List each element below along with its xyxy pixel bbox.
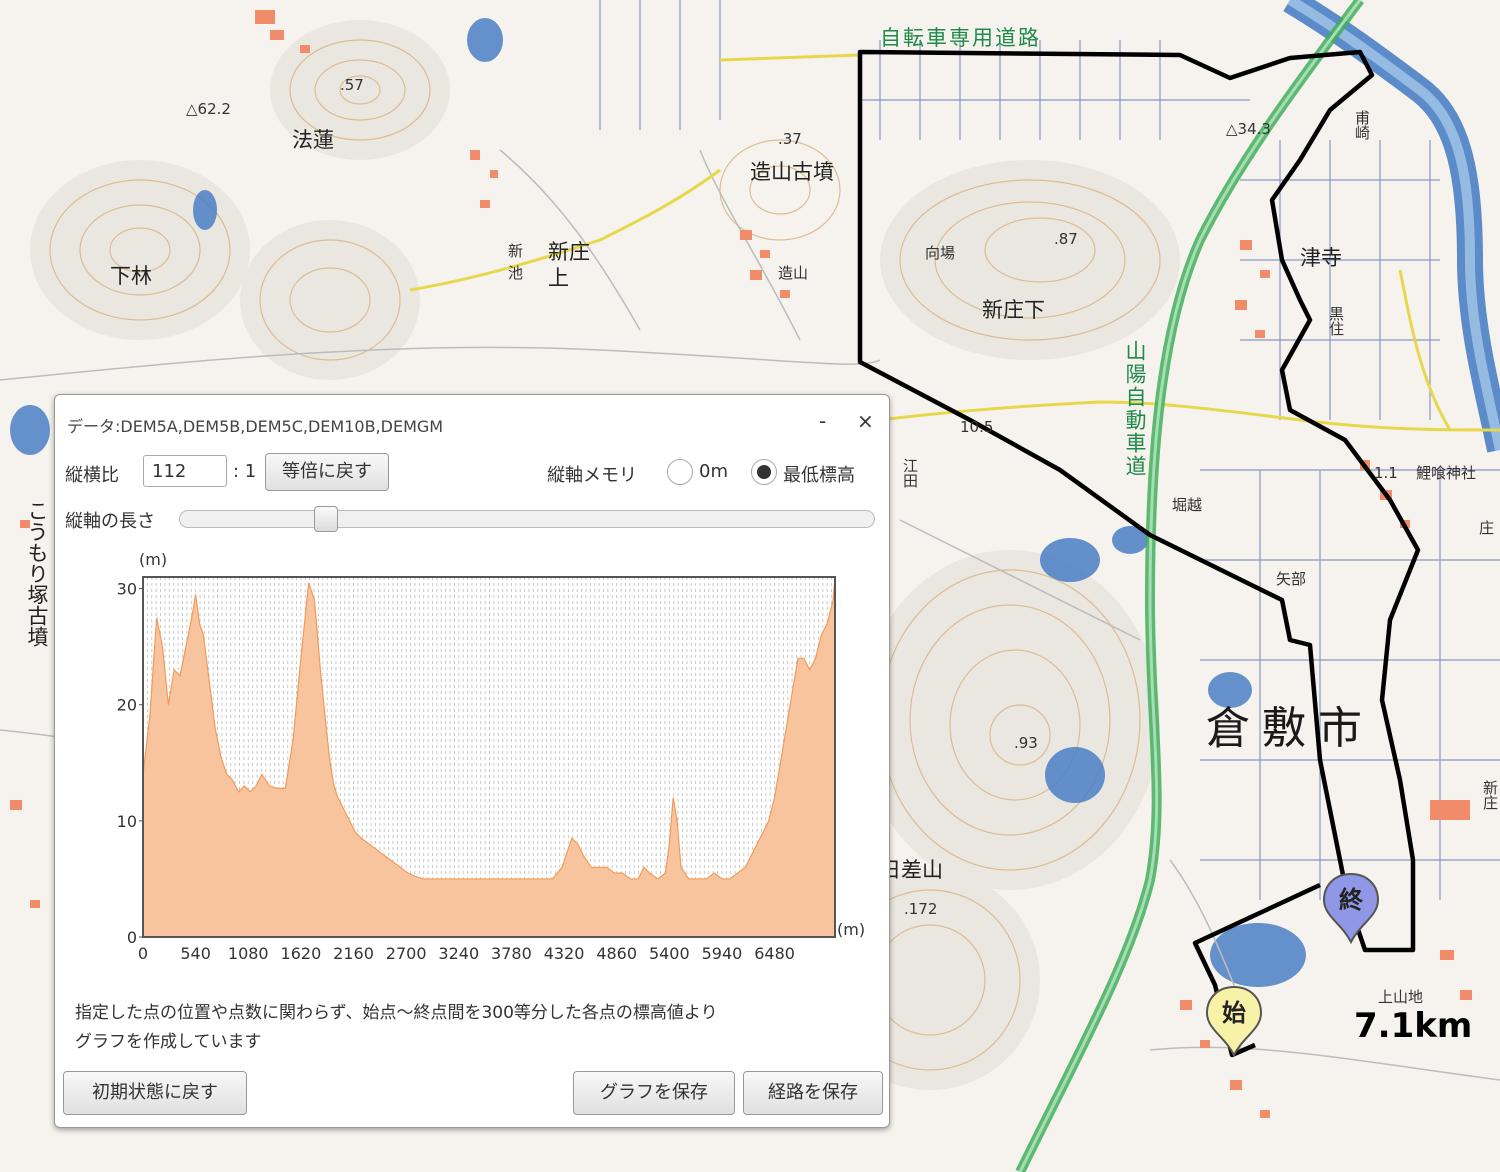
label-kamiyamachi: 上山地	[1378, 988, 1424, 1006]
label-shimobayashi: 下林	[110, 264, 152, 288]
save-route-button[interactable]: 経路を保存	[743, 1071, 883, 1115]
label-koimi-jinja: 鯉喰神社	[1416, 464, 1477, 482]
x-tick-label: 4320	[544, 944, 585, 963]
elevation-172: .172	[904, 900, 938, 918]
x-tick-label: 6480	[754, 944, 795, 963]
aspect-label: 縦横比	[65, 465, 119, 486]
slider-handle[interactable]	[314, 506, 339, 532]
x-tick-label: 540	[180, 944, 211, 963]
label-komori-kofun: こうもり塚古墳	[25, 500, 49, 647]
elevation-10-5: 10.5	[960, 418, 994, 436]
vaxis-length-slider[interactable]	[179, 506, 875, 532]
x-axis-unit: (m)	[837, 920, 865, 939]
end-marker-label: 終	[1339, 886, 1363, 914]
label-tsudera: 津寺	[1300, 246, 1342, 270]
elevation-87: .87	[1054, 230, 1078, 248]
start-marker-label: 始	[1222, 999, 1246, 1027]
y-tick-label: 0	[127, 928, 137, 947]
elevation-62: △62.2	[186, 100, 231, 118]
vaxis-memory-label: 縦軸メモリ	[547, 465, 637, 486]
x-tick-label: 0	[138, 944, 148, 963]
x-tick-label: 4860	[596, 944, 637, 963]
label-kurozumi: 黒住	[1327, 306, 1345, 336]
label-zosan-kofun: 造山古墳	[750, 160, 834, 184]
radio-zero-label: 0m	[699, 461, 728, 482]
radio-zero[interactable]	[667, 459, 693, 485]
y-tick-label: 30	[117, 580, 137, 599]
label-kurashiki: 倉敷市	[1206, 703, 1374, 754]
y-tick-label: 10	[117, 812, 137, 831]
label-zosan: 造山	[778, 264, 809, 282]
label-expressway: 山陽自動車道	[1123, 340, 1147, 478]
radio-min-elevation[interactable]	[751, 459, 777, 485]
label-hozaki: 甫崎	[1353, 110, 1371, 140]
label-niike: 新庄	[1481, 780, 1499, 810]
x-tick-label: 1620	[281, 944, 322, 963]
panel-title: データ:DEM5A,DEM5B,DEM5C,DEM10B,DEMGM	[67, 417, 444, 436]
save-graph-button[interactable]: グラフを保存	[573, 1071, 735, 1115]
label-mukoba: 向場	[925, 244, 956, 262]
note-line-2: グラフを作成しています	[75, 1032, 262, 1052]
note-line-1: 指定した点の位置や点数に関わらず、始点～終点間を300等分した各点の標高値より	[75, 1003, 718, 1023]
route-distance: 7.1km	[1354, 1006, 1473, 1046]
x-tick-label: 2160	[333, 944, 374, 963]
label-houren: 法蓮	[292, 128, 334, 152]
y-tick-label: 20	[117, 696, 137, 715]
vaxis-length-label: 縦軸の長さ	[65, 511, 155, 532]
x-tick-label: 2700	[386, 944, 427, 963]
label-shinsho-shimo: 新庄下	[982, 298, 1045, 322]
label-shou: 庄	[1477, 520, 1495, 535]
elevation-panel: データ:DEM5A,DEM5B,DEM5C,DEM10B,DEMGM - × 縦…	[54, 394, 890, 1128]
radio-min-label: 最低標高	[783, 465, 855, 486]
x-tick-label: 5940	[702, 944, 743, 963]
elevation-57: .57	[340, 76, 364, 94]
label-cycle-road: 自転車専用道路	[880, 26, 1041, 50]
label-horikoshi: 堀越	[1172, 496, 1203, 514]
x-tick-label: 5400	[649, 944, 690, 963]
note-text: 指定した点の位置や点数に関わらず、始点～終点間を300等分した各点の標高値より …	[75, 999, 875, 1057]
x-tick-label: 3240	[438, 944, 479, 963]
y-axis-unit: (m)	[139, 550, 167, 569]
x-tick-label: 1080	[228, 944, 269, 963]
end-marker[interactable]: 終	[1322, 872, 1380, 944]
close-button[interactable]: ×	[857, 409, 874, 433]
aspect-input[interactable]	[143, 455, 227, 487]
label-shinike-1: 新	[508, 242, 524, 260]
elevation-1-1: 1.1	[1374, 464, 1398, 482]
label-edaka: 江田	[901, 458, 919, 488]
minimize-button[interactable]: -	[819, 409, 826, 433]
label-shinsho-kami-2: 上	[548, 266, 569, 290]
elevation-chart: 0 10 20 30 0 540 1080 1620 2160 2700 3240 3780 4320 4…	[117, 550, 865, 963]
elevation-37: .37	[778, 130, 802, 148]
elevation-34: △34.3	[1226, 120, 1271, 138]
aspect-suffix: : 1	[233, 461, 257, 482]
start-marker[interactable]: 始	[1205, 985, 1263, 1057]
x-tick-label: 3780	[491, 944, 532, 963]
reset-scale-button[interactable]: 等倍に戻す	[265, 453, 389, 491]
label-shinike-2: 池	[508, 264, 524, 282]
init-button[interactable]: 初期状態に戻す	[63, 1071, 247, 1115]
elevation-93: .93	[1014, 734, 1038, 752]
label-yabe: 矢部	[1276, 570, 1307, 588]
